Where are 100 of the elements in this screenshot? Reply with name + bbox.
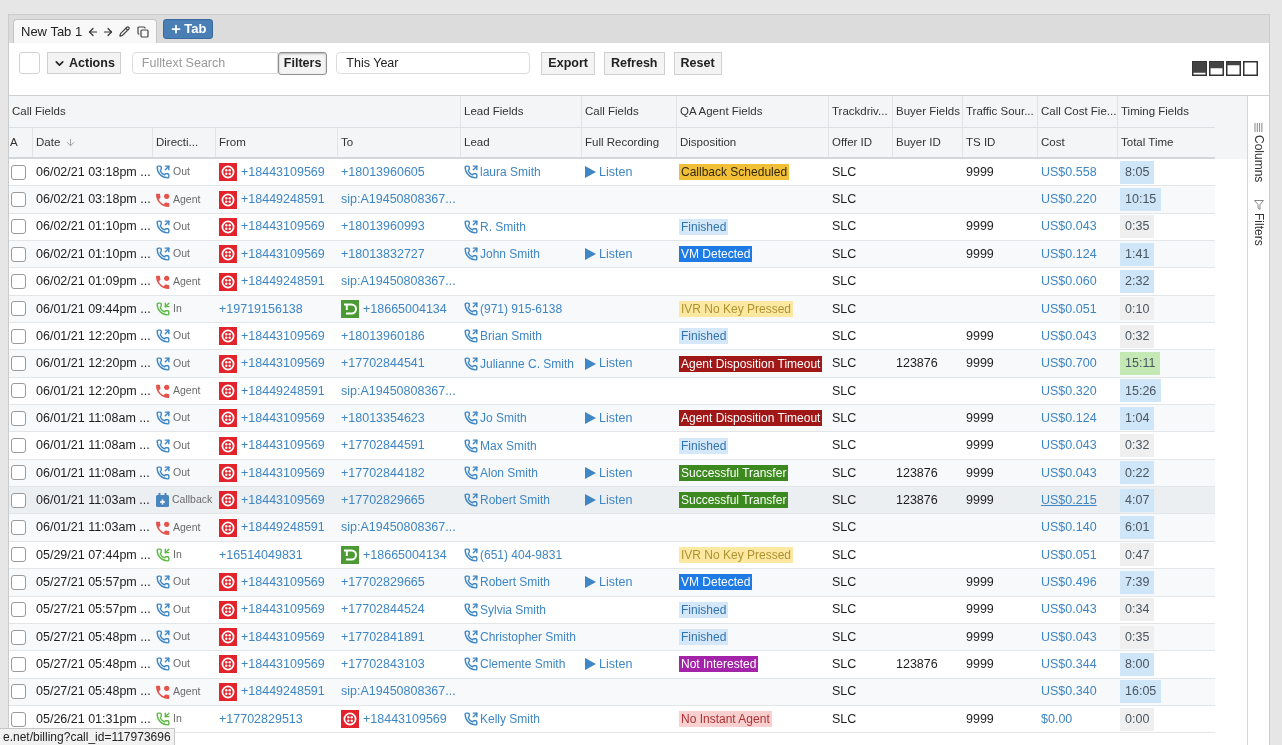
cost-link[interactable]: US$0.340	[1041, 682, 1097, 702]
table-row[interactable]: 06/01/21 11:08am ... Out +18443109569 +17702844591 Max Smith Finished SLC 9999 US$0.043 0:32	[9, 432, 1215, 460]
lead-link[interactable]: Kelly Smith	[480, 710, 541, 729]
cost-link[interactable]: US$0.060	[1041, 272, 1097, 291]
phone-number-link[interactable]: +18013960993	[341, 217, 425, 237]
toolbar-button[interactable]: Reset	[673, 52, 722, 75]
lead-link[interactable]: Jo Smith	[480, 409, 527, 428]
table-row[interactable]: 06/01/21 09:44pm ... In +19719156138 +18665004134 (971) 915-6138 IVR No Key Pressed SLC US$0.051 0:10	[9, 295, 1215, 324]
phone-number-link[interactable]: +18443109569	[241, 572, 325, 592]
phone-number-link[interactable]: +18665004134	[363, 545, 447, 565]
row-checkbox[interactable]	[11, 574, 26, 590]
filters-button[interactable]: Filters	[277, 52, 328, 75]
phone-number-link[interactable]: +18443109569	[241, 600, 325, 620]
column-header[interactable]: From	[219, 133, 246, 152]
row-checkbox[interactable]	[11, 547, 26, 563]
table-row[interactable]: 06/01/21 11:08am ... Out +18443109569 +18013354623 Jo Smith Listen Agent Disposition Timeout SLC 9999 US$0.124 1:04	[9, 405, 1215, 433]
table-row[interactable]: 06/01/21 12:20pm ... Out +18443109569 +17702844541 Julianne C. Smith Listen Agent Disposition Timeout SLC 123876 9999 US$0.700 15:11	[9, 350, 1215, 378]
phone-number-link[interactable]: +18443109569	[241, 244, 325, 264]
table-row[interactable]: 06/02/21 01:10pm ... Out +18443109569 +18013832727 John Smith Listen VM Detected SLC 9999 US$0.124 1:41	[9, 241, 1215, 269]
phone-number-link[interactable]: sip:A19450808367...	[341, 190, 456, 209]
row-checkbox[interactable]	[11, 356, 26, 372]
cost-link[interactable]: US$0.140	[1041, 518, 1097, 537]
table-row[interactable]: 06/02/21 01:10pm ... Out +18443109569 +18013960993 R. Smith Finished SLC 9999 US$0.043 0:35	[9, 213, 1215, 242]
lead-link[interactable]: Robert Smith	[480, 573, 551, 592]
row-checkbox[interactable]	[11, 465, 26, 481]
cost-link[interactable]: US$0.043	[1041, 627, 1097, 647]
listen-link[interactable]: Listen	[585, 354, 633, 373]
phone-number-link[interactable]: +18443109569	[241, 326, 325, 346]
arrow-right-icon[interactable]	[102, 25, 115, 38]
arrow-left-icon[interactable]	[87, 25, 100, 38]
cost-link[interactable]: US$0.220	[1041, 190, 1097, 209]
cost-link[interactable]: US$0.496	[1041, 572, 1097, 592]
phone-number-link[interactable]: +18013354623	[341, 408, 425, 428]
table-row[interactable]: 06/02/21 01:09pm ... Agent +18449248591 sip:A19450808367... SLC US$0.060 2:32	[9, 268, 1215, 296]
phone-number-link[interactable]: +18449248591	[241, 190, 325, 209]
table-row[interactable]: 06/02/21 03:18pm ... Agent +18449248591 sip:A19450808367... SLC US$0.220 10:15	[9, 186, 1215, 214]
lead-link[interactable]: John Smith	[480, 245, 541, 264]
phone-number-link[interactable]: +18013960605	[341, 162, 425, 182]
table-row[interactable]: 05/29/21 07:44pm ... In +16514049831 +18665004134 (651) 404-9831 IVR No Key Pressed SLC US$0.051 0:47	[9, 541, 1215, 570]
phone-number-link[interactable]: sip:A19450808367...	[341, 381, 456, 401]
row-checkbox[interactable]	[11, 246, 26, 262]
phone-number-link[interactable]: +17702829665	[341, 572, 425, 592]
cost-link[interactable]: US$0.124	[1041, 408, 1097, 428]
phone-number-link[interactable]: +17702829665	[341, 490, 425, 510]
phone-number-link[interactable]: +17702841891	[341, 627, 425, 647]
row-checkbox[interactable]	[11, 410, 26, 426]
layout-icon[interactable]	[1192, 61, 1207, 76]
phone-number-link[interactable]: +18443109569	[241, 627, 325, 647]
cost-link[interactable]: US$0.215	[1041, 490, 1097, 510]
table-row[interactable]: 06/01/21 12:20pm ... Agent +18449248591 sip:A19450808367... SLC US$0.320 15:26	[9, 377, 1215, 406]
phone-number-link[interactable]: +17702843103	[341, 655, 425, 674]
phone-number-link[interactable]: +18443109569	[241, 463, 325, 483]
row-checkbox[interactable]	[11, 192, 26, 207]
phone-number-link[interactable]: +18443109569	[241, 354, 325, 373]
listen-link[interactable]: Listen	[585, 162, 633, 182]
lead-link[interactable]: Julianne C. Smith	[480, 354, 575, 373]
cost-link[interactable]: US$0.558	[1041, 162, 1097, 182]
sort-arrow-icon[interactable]	[65, 137, 77, 148]
row-checkbox[interactable]	[11, 520, 26, 536]
listen-link[interactable]: Listen	[585, 244, 633, 264]
row-checkbox[interactable]	[11, 301, 26, 317]
phone-number-link[interactable]: +18443109569	[241, 408, 325, 428]
phone-number-link[interactable]: +18443109569	[241, 490, 325, 510]
row-checkbox[interactable]	[11, 629, 26, 645]
cost-link[interactable]: US$0.051	[1041, 545, 1097, 565]
column-header[interactable]: To	[341, 133, 354, 152]
copy-icon[interactable]	[137, 25, 150, 38]
row-checkbox[interactable]	[11, 602, 26, 618]
lead-link[interactable]: laura Smith	[480, 163, 541, 182]
phone-number-link[interactable]: sip:A19450808367...	[341, 682, 456, 702]
table-row[interactable]: 06/01/21 11:08am ... Out +18443109569 +17702844182 Alon Smith Listen Successful Transfer SLC 123876 9999 US$0.043 0:22	[9, 459, 1215, 488]
cost-link[interactable]: US$0.344	[1041, 655, 1097, 674]
phone-number-link[interactable]: +18449248591	[241, 682, 325, 702]
listen-link[interactable]: Listen	[585, 572, 633, 592]
layout-icon[interactable]	[1243, 61, 1258, 76]
cost-link[interactable]: US$0.051	[1041, 299, 1097, 319]
table-row[interactable]: 05/27/21 05:57pm ... Out +18443109569 +17702829665 Robert Smith Listen VM Detected SLC 9999 US$0.496 7:39	[9, 569, 1215, 597]
cost-link[interactable]: US$0.043	[1041, 217, 1097, 237]
column-header[interactable]: A	[10, 133, 18, 152]
column-header[interactable]: Offer ID	[832, 133, 873, 152]
pencil-icon[interactable]	[119, 26, 131, 37]
table-row[interactable]: 05/27/21 05:48pm ... Agent +18449248591 sip:A19450808367... SLC US$0.340 16:05	[9, 678, 1215, 706]
phone-number-link[interactable]: +19719156138	[219, 299, 303, 319]
lead-link[interactable]: Max Smith	[480, 436, 537, 455]
column-header[interactable]: Full Recording	[585, 133, 660, 152]
table-row[interactable]: 06/01/21 11:03am ... Callback +18443109569 +17702829665 Robert Smith Listen Successful Transfer SLC 123876 9999 US$0.215 4:07	[9, 487, 1215, 515]
table-row[interactable]: 05/27/21 05:57pm ... Out +18443109569 +17702844524 Sylvia Smith Finished SLC 9999 US$0.043 0:34	[9, 596, 1215, 624]
phone-number-link[interactable]: +17702844541	[341, 354, 425, 373]
phone-number-link[interactable]: +18449248591	[241, 381, 325, 401]
column-header[interactable]: Disposition	[680, 133, 737, 152]
actions-button[interactable]: Actions	[47, 52, 121, 74]
tab[interactable]: New Tab 1	[13, 19, 158, 43]
cost-link[interactable]: US$0.320	[1041, 381, 1097, 401]
cost-link[interactable]: US$0.043	[1041, 463, 1097, 483]
table-row[interactable]: 05/27/21 05:48pm ... Out +18443109569 +17702843103 Clemente Smith Listen Not Interested SLC 123876 9999 US$0.344 8:00	[9, 651, 1215, 679]
phone-number-link[interactable]: +17702844182	[341, 463, 425, 483]
phone-number-link[interactable]: +18443109569	[241, 655, 325, 674]
listen-link[interactable]: Listen	[585, 408, 633, 428]
column-header[interactable]: Date	[36, 133, 61, 152]
lead-link[interactable]: Alon Smith	[480, 463, 539, 482]
